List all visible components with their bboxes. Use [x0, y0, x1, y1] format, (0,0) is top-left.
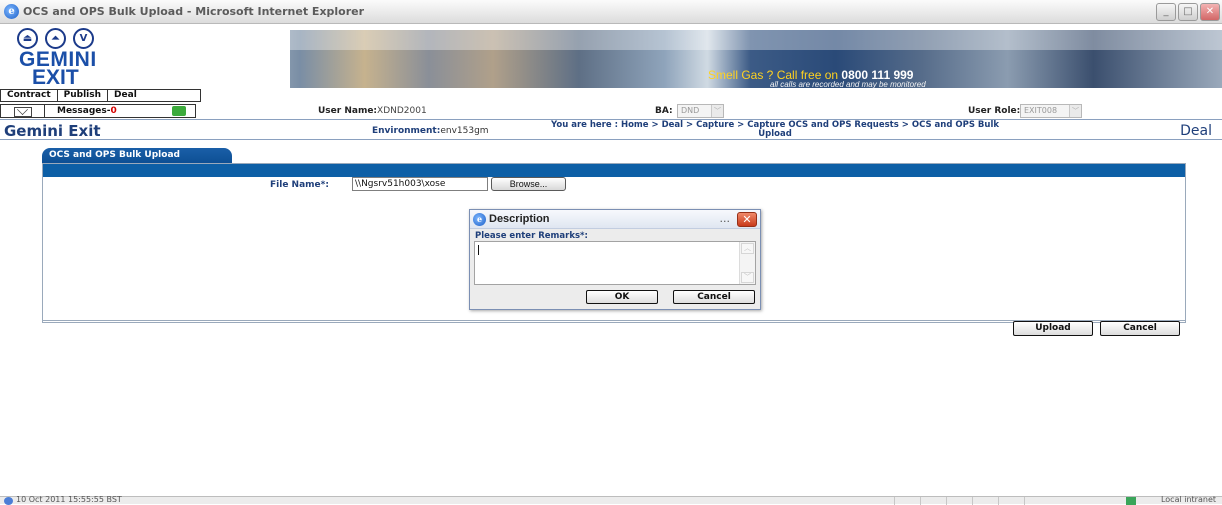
messages-box[interactable]: Messages- 0: [0, 104, 196, 118]
app-header: ⏏ ⏶ V GEMINI EXIT Smell Gas ? Call free …: [0, 24, 1222, 90]
page-subheader: Gemini Exit Environment:env153gm You are…: [0, 119, 1222, 140]
user-info-row: Messages- 0 User Name:XDND2001 BA: DND ﹀ …: [0, 104, 1222, 119]
environment-value: env153gm: [440, 126, 489, 136]
ba-select[interactable]: DND ﹀: [677, 104, 724, 118]
dialog-title-bar: e Description ... ✕: [470, 210, 760, 229]
user-role-value: EXIT008: [1024, 106, 1058, 115]
user-name-label: User Name:: [318, 106, 378, 116]
browse-button[interactable]: Browse...: [491, 177, 566, 191]
logo-line-2: EXIT: [32, 66, 79, 89]
chevron-down-icon: ﹀: [1069, 105, 1081, 117]
upload-button[interactable]: Upload: [1013, 321, 1093, 336]
window-title: OCS and OPS Bulk Upload - Microsoft Inte…: [23, 5, 365, 18]
dialog-ok-button[interactable]: OK: [586, 290, 658, 304]
description-dialog: e Description ... ✕ Please enter Remarks…: [469, 209, 761, 310]
dialog-title: Description: [489, 213, 550, 225]
user-role-label: User Role:: [968, 106, 1021, 116]
gemini-exit-logo: GEMINI EXIT: [19, 49, 97, 89]
browser-window: e OCS and OPS Bulk Upload - Microsoft In…: [0, 0, 1222, 505]
section-label: Deal: [1180, 123, 1212, 139]
menu-publish[interactable]: Publish: [58, 90, 109, 101]
user-name: User Name:XDND2001: [318, 106, 427, 116]
environment-label: Environment:: [372, 126, 441, 136]
menu-deal[interactable]: Deal: [108, 90, 200, 101]
status-bar: 10 Oct 2011 15:55:55 BST Local intranet: [0, 495, 1222, 505]
banner-highlight: [150, 30, 1222, 50]
scroll-up-icon[interactable]: ︿: [741, 243, 754, 254]
menu-contract[interactable]: Contract: [1, 90, 58, 101]
dialog-cancel-button[interactable]: Cancel: [673, 290, 755, 304]
tab-bulk-upload[interactable]: OCS and OPS Bulk Upload: [42, 148, 232, 163]
file-name-input[interactable]: \\Ngsrv51h003\xose: [352, 177, 488, 191]
up-icon[interactable]: ⏶: [45, 28, 66, 49]
scroll-down-icon[interactable]: ﹀: [741, 272, 754, 283]
ba-select-value: DND: [681, 106, 700, 115]
page-title: Gemini Exit: [4, 122, 101, 140]
window-controls: _ □ ✕: [1156, 3, 1220, 21]
status-text: 10 Oct 2011 15:55:55 BST: [16, 495, 122, 504]
main-menu: Contract Publish Deal: [0, 89, 202, 102]
messages-count: 0: [110, 106, 117, 116]
messages-label: Messages-: [57, 106, 111, 116]
ba-label: BA:: [655, 106, 673, 116]
v-icon[interactable]: V: [73, 28, 94, 49]
maximize-button[interactable]: □: [1178, 3, 1198, 21]
environment: Environment:env153gm: [372, 126, 489, 136]
chevron-down-icon: ﹀: [711, 105, 723, 117]
text-caret: [478, 245, 479, 255]
user-role-select[interactable]: EXIT008 ﹀: [1020, 104, 1082, 118]
remarks-textarea[interactable]: ︿ ﹀: [474, 241, 756, 285]
user-name-value: XDND2001: [377, 106, 427, 116]
dialog-close-button[interactable]: ✕: [737, 212, 757, 227]
ie-icon: e: [473, 213, 486, 226]
refresh-icon[interactable]: [172, 106, 186, 116]
dialog-title-dots: ...: [719, 212, 731, 225]
cancel-button[interactable]: Cancel: [1100, 321, 1180, 336]
envelope-icon[interactable]: [1, 105, 45, 117]
ie-icon: e: [4, 4, 19, 19]
minimize-button[interactable]: _: [1156, 3, 1176, 21]
security-zone: Local intranet: [1160, 495, 1216, 504]
remarks-label: Please enter Remarks*:: [475, 231, 588, 241]
gas-hotline-note: all calls are recorded and may be monito…: [770, 80, 926, 89]
textarea-scrollbar[interactable]: ︿ ﹀: [739, 242, 755, 284]
header-nav-icons: ⏏ ⏶ V: [17, 28, 94, 49]
panel-header-bar: [43, 164, 1185, 177]
breadcrumb: You are here : Home > Deal > Capture > C…: [550, 120, 1000, 139]
file-name-label: File Name*:: [270, 180, 329, 190]
logo-area: ⏏ ⏶ V GEMINI EXIT: [0, 24, 290, 90]
close-button[interactable]: ✕: [1200, 3, 1220, 21]
title-bar: e OCS and OPS Bulk Upload - Microsoft In…: [0, 0, 1222, 24]
eject-icon[interactable]: ⏏: [17, 28, 38, 49]
